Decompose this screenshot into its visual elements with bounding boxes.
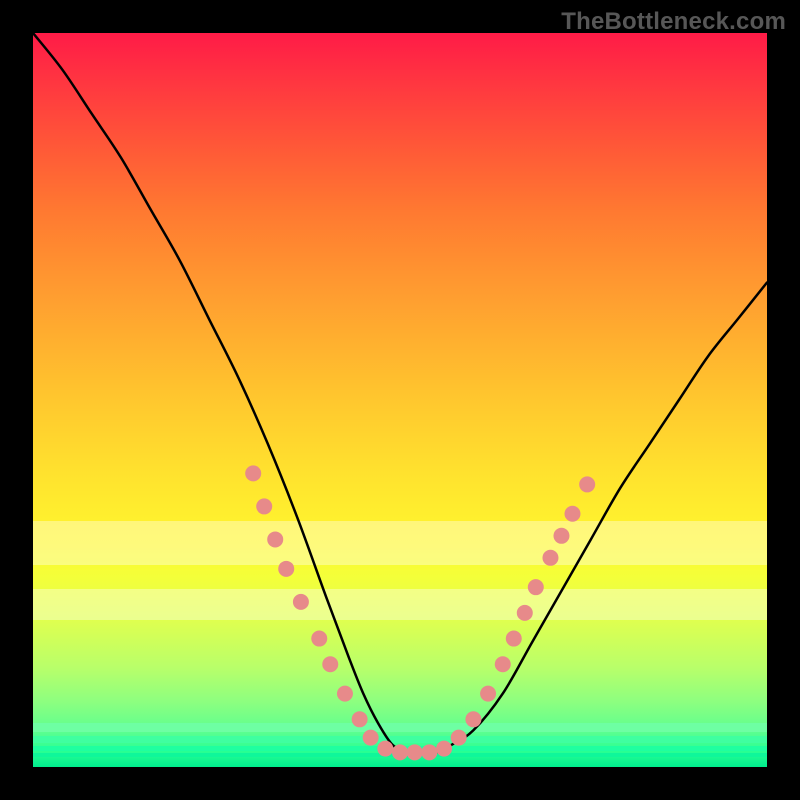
- data-marker: [579, 476, 595, 492]
- data-marker: [564, 506, 580, 522]
- data-marker: [436, 741, 452, 757]
- data-marker: [245, 465, 261, 481]
- data-marker: [267, 531, 283, 547]
- bottleneck-curve: [33, 33, 767, 753]
- data-marker: [528, 579, 544, 595]
- data-marker: [322, 656, 338, 672]
- data-marker: [407, 744, 423, 760]
- plot-area: [33, 33, 767, 767]
- data-marker: [465, 711, 481, 727]
- data-marker: [451, 730, 467, 746]
- data-marker: [293, 594, 309, 610]
- data-marker: [363, 730, 379, 746]
- data-marker: [421, 744, 437, 760]
- data-marker: [278, 561, 294, 577]
- data-marker: [392, 744, 408, 760]
- data-marker: [495, 656, 511, 672]
- data-marker: [542, 550, 558, 566]
- data-marker: [480, 686, 496, 702]
- data-marker: [377, 741, 393, 757]
- data-marker: [337, 686, 353, 702]
- data-marker: [352, 711, 368, 727]
- data-marker: [517, 605, 533, 621]
- data-marker: [311, 631, 327, 647]
- watermark-text: TheBottleneck.com: [561, 8, 786, 36]
- data-marker: [256, 498, 272, 514]
- data-marker: [553, 528, 569, 544]
- curve-layer: [33, 33, 767, 767]
- chart-frame: TheBottleneck.com: [0, 0, 800, 800]
- data-marker: [506, 631, 522, 647]
